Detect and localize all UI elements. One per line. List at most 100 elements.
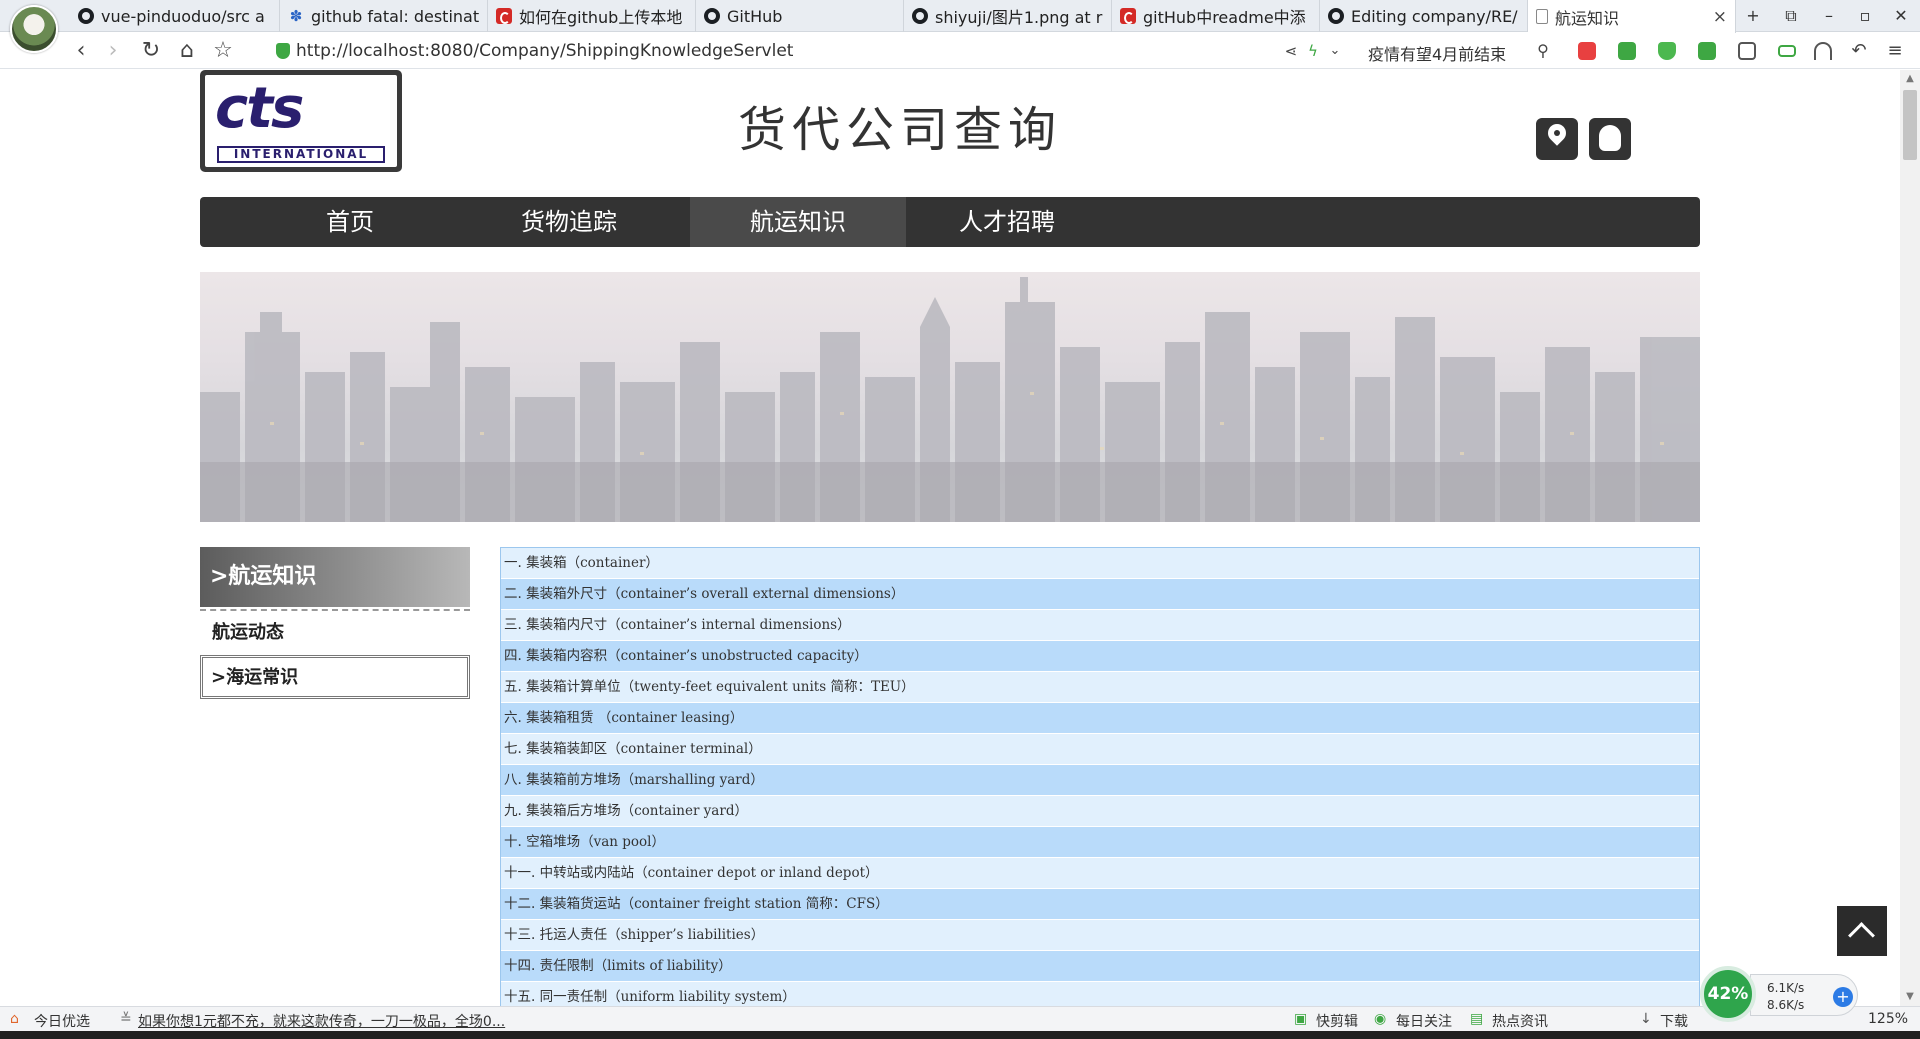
tab-github-readme[interactable]: gitHub中readme中添 [1112,0,1320,32]
gift-icon[interactable]: ⌂ [10,1011,19,1027]
tab-title: github fatal: destinat [311,6,480,26]
minimize-button[interactable]: – [1814,3,1844,29]
logo-text: INTERNATIONAL [217,146,385,163]
logo-mark: cts [215,76,304,141]
scrollbar-thumb[interactable] [1903,90,1917,160]
tab-shiyuji[interactable]: shiyuji/图片1.png at r [904,0,1112,32]
menu-icon[interactable]: ≡ [1882,38,1908,64]
tab-github-fatal[interactable]: ✽ github fatal: destinat [280,0,488,32]
new-tab-button[interactable]: + [1738,3,1768,29]
zoom-level[interactable]: 125% [1868,1011,1908,1027]
ad-link[interactable]: 如果你想1元都不充，就来这款传奇，一刀一极品，全场0... [138,1011,505,1031]
headphones-icon[interactable] [1814,42,1832,60]
main-nav: 首页 货物追踪 航运知识 人才招聘 [200,197,1700,247]
list-item[interactable]: 六. 集装箱租赁 （container leasing） [501,703,1699,734]
chevron-down-icon[interactable]: ⌄ [1322,38,1348,64]
game-icon[interactable] [1698,42,1716,60]
download-speed: 8.6K/s [1767,998,1805,1012]
scissors-icon[interactable] [1578,42,1596,60]
tab-vue-pinduoduo[interactable]: vue-pinduoduo/src a [70,0,280,32]
close-window-button[interactable]: ✕ [1886,3,1916,29]
github-icon [78,8,94,24]
github-icon [1328,8,1344,24]
nav-recruitment[interactable]: 人才招聘 [899,197,1115,247]
tab-github[interactable]: GitHub [696,0,904,32]
list-item[interactable]: 十一. 中转站或内陆站（container depot or inland de… [501,858,1699,889]
close-icon[interactable]: × [1713,7,1727,27]
address-bar: ‹ › ↻ ⌂ ☆ http://localhost:8080/Company/… [0,33,1920,69]
list-item[interactable]: 十二. 集装箱货运站（container freight station 简称：… [501,889,1699,920]
tab-title: Editing company/RE/ [1351,6,1518,26]
tab-bar: vue-pinduoduo/src a ✽ github fatal: dest… [0,0,1920,33]
page-viewport: cts INTERNATIONAL 货代公司查询 首页 货物追踪 航运知识 人才… [0,70,1920,1006]
location-icon[interactable] [1536,118,1578,160]
star-icon[interactable]: ☆ [210,38,236,64]
list-item[interactable]: 五. 集装箱计算单位（twenty-feet equivalent units … [501,672,1699,703]
list-item[interactable]: 三. 集装箱内尺寸（container’s internal dimension… [501,610,1699,641]
shield-icon[interactable] [1658,42,1676,60]
list-item[interactable]: 十. 空箱堆场（van pool） [501,827,1699,858]
forward-icon[interactable]: › [100,38,126,64]
reload-icon[interactable]: ↻ [138,38,164,64]
video-edit-icon[interactable]: ▣ [1294,1011,1307,1027]
github-icon [912,8,928,24]
csdn-icon [496,8,512,24]
tab-title: vue-pinduoduo/src a [101,6,265,26]
scrollbar-track[interactable] [1900,70,1920,1006]
news-icon[interactable]: ▤ [1470,1011,1483,1027]
skyline-image [200,277,1700,522]
restore-tabs-icon[interactable]: ⧉ [1776,3,1806,29]
status-item-video-edit[interactable]: 快剪辑 [1316,1011,1358,1031]
expand-icon[interactable]: ≚ [120,1011,132,1027]
nav-cargo-tracking[interactable]: 货物追踪 [461,197,677,247]
list-item[interactable]: 四. 集装箱内容积（container’s unobstructed capac… [501,641,1699,672]
sidebar-item-shipping-news[interactable]: 航运动态 [200,611,470,655]
tab-title: shiyuji/图片1.png at r [935,8,1103,27]
status-item-daily-follow[interactable]: 每日关注 [1396,1011,1452,1031]
github-icon [704,8,720,24]
tab-github-upload[interactable]: 如何在github上传本地 [488,0,696,32]
nav-shipping-knowledge[interactable]: 航运知识 [690,197,906,247]
today-picks[interactable]: 今日优选 [34,1011,90,1031]
tab-shipping-knowledge[interactable]: 航运知识 × [1528,0,1736,33]
status-item-hot-news[interactable]: 热点资讯 [1492,1011,1548,1031]
nav-home[interactable]: 首页 [242,197,458,247]
memory-usage-badge[interactable]: 42% [1700,966,1756,1022]
knowledge-list: 一. 集装箱（container） 二. 集装箱外尺寸（container’s … [500,547,1700,1006]
apps-icon[interactable] [1738,42,1756,60]
accelerate-icon[interactable]: + [1833,987,1853,1007]
list-item[interactable]: 八. 集装箱前方堆场（marshalling yard） [501,765,1699,796]
back-to-top-button[interactable] [1837,906,1887,956]
list-item[interactable]: 十四. 责任限制（limits of liability） [501,951,1699,982]
tab-editing-company[interactable]: Editing company/RE/ [1320,0,1528,32]
list-item[interactable]: 九. 集装箱后方堆场（container yard） [501,796,1699,827]
list-item[interactable]: 一. 集装箱（container） [501,548,1699,579]
list-item[interactable]: 二. 集装箱外尺寸（container’s overall external d… [501,579,1699,610]
download-icon[interactable]: ↓ [1640,1011,1652,1027]
list-item[interactable]: 七. 集装箱装卸区（container terminal） [501,734,1699,765]
taskbar-strip [0,1031,1920,1039]
search-hint[interactable]: 疫情有望4月前结束 [1368,41,1506,65]
translate-icon[interactable] [1618,42,1636,60]
sidebar-item-shipping-common-knowledge[interactable]: >海运常识 [200,655,470,699]
back-icon[interactable]: ‹ [68,38,94,64]
scroll-up-icon[interactable]: ▲ [1903,72,1917,86]
undo-icon[interactable]: ↶ [1846,38,1872,64]
user-avatar[interactable] [10,5,58,53]
battery-icon[interactable] [1778,45,1796,57]
scroll-down-icon[interactable]: ▼ [1903,990,1917,1004]
qq-icon[interactable] [1589,118,1631,160]
play-icon[interactable]: ◉ [1374,1011,1386,1027]
url-field[interactable]: http://localhost:8080/Company/ShippingKn… [296,41,793,61]
csdn-icon [1120,8,1136,24]
list-item[interactable]: 十三. 托运人责任（shipper’s liabilities） [501,920,1699,951]
maximize-button[interactable]: ▫ [1850,3,1880,29]
company-logo[interactable]: cts INTERNATIONAL [200,70,402,172]
home-icon[interactable]: ⌂ [174,38,200,64]
list-item[interactable]: 十五. 同一责任制（uniform liability system） [501,982,1699,1006]
status-item-download[interactable]: 下载 [1660,1011,1688,1031]
city-skyline-banner [200,272,1700,522]
search-icon[interactable]: ⚲ [1530,38,1556,64]
status-bar: ⌂ 今日优选 ≚ 如果你想1元都不充，就来这款传奇，一刀一极品，全场0... ▣… [0,1006,1920,1031]
network-speed-widget[interactable]: 6.1K/s 8.6K/s + 42% [1700,966,1860,1022]
